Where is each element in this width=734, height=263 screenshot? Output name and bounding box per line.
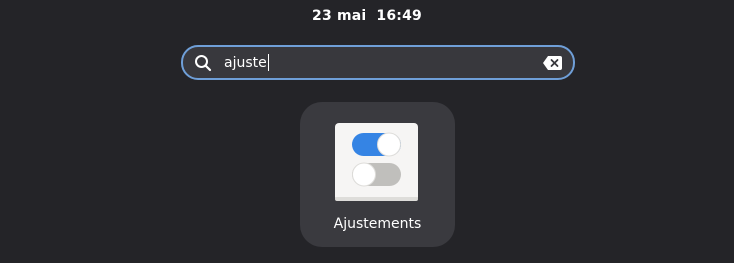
search-query: ajuste — [224, 54, 267, 71]
gnome-overview: 23 mai 16:49 ajuste Ajustements — [0, 0, 734, 263]
clock-date: 23 mai — [312, 8, 367, 24]
search-input[interactable]: ajuste — [224, 47, 524, 78]
search-icon — [195, 55, 212, 72]
clock[interactable]: 23 mai 16:49 — [312, 8, 422, 24]
search-entry[interactable]: ajuste — [181, 45, 575, 80]
clear-text-icon[interactable] — [543, 56, 562, 70]
text-caret — [267, 54, 270, 71]
clock-time: 16:49 — [376, 8, 422, 24]
app-label: Ajustements — [333, 216, 422, 232]
toggle-switches-icon — [335, 123, 418, 201]
top-bar: 23 mai 16:49 — [0, 0, 734, 32]
search-result-tweaks-app[interactable]: Ajustements — [300, 102, 455, 247]
